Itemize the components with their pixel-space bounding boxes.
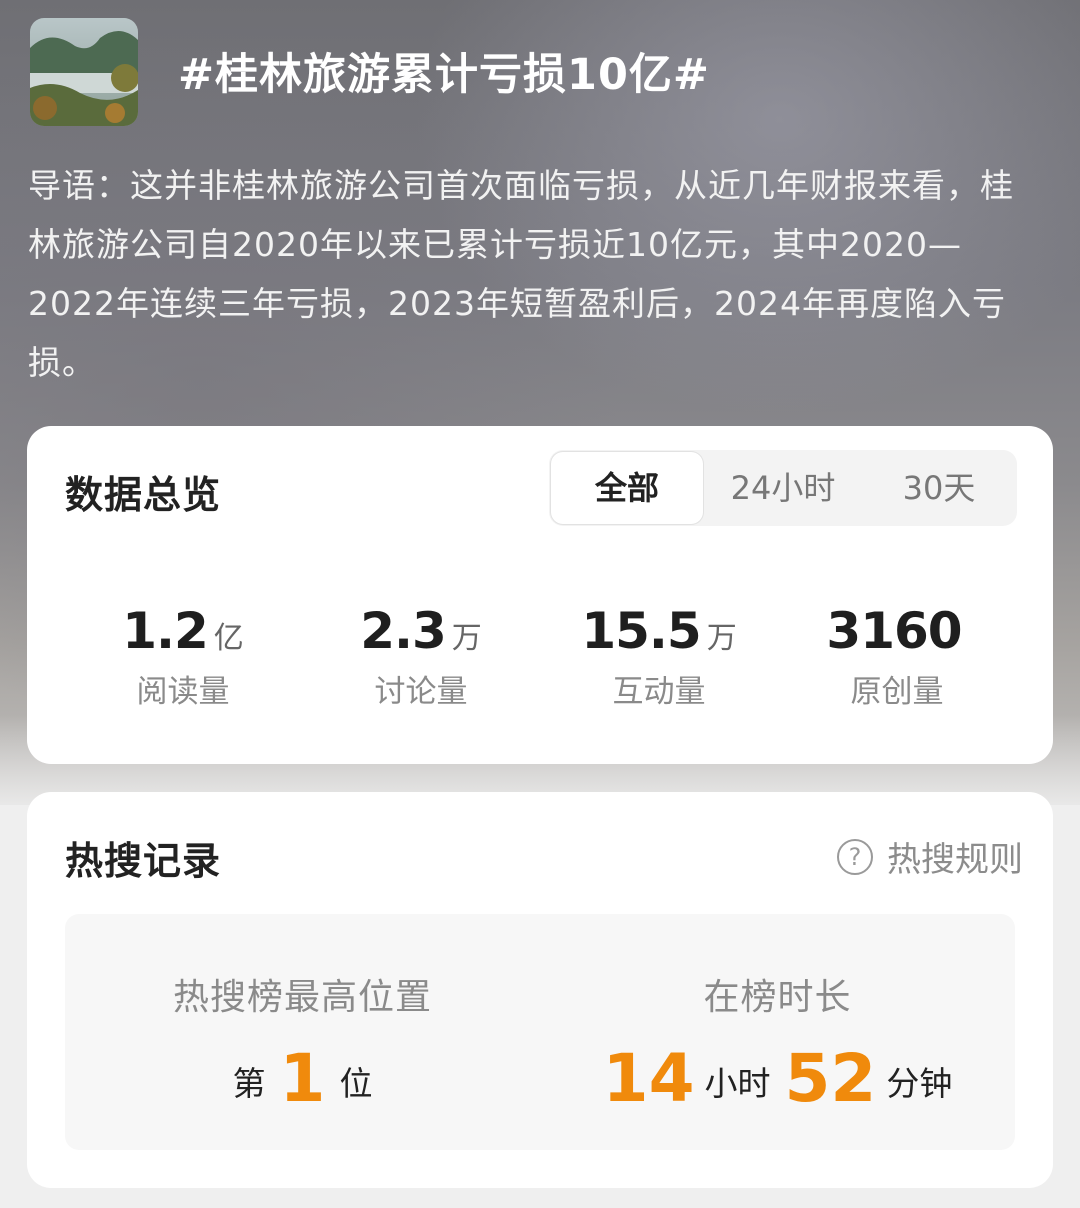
hours-unit: 小时 xyxy=(704,1064,771,1103)
question-icon: ? xyxy=(837,838,873,875)
tab-30d[interactable]: 30天 xyxy=(861,450,1017,526)
stat-value: 2.3 xyxy=(360,602,447,660)
tab-24h[interactable]: 24小时 xyxy=(705,450,861,526)
position-suffix: 位 xyxy=(339,1064,373,1103)
topic-intro: 导语：这并非桂林旅游公司首次面临亏损，从近几年财报来看，桂林旅游公司自2020年… xyxy=(28,166,1014,382)
rules-label: 热搜规则 xyxy=(887,840,1023,880)
hot-search-rules-link[interactable]: ? 热搜规则 xyxy=(837,832,1023,881)
stat-label: 讨论量 xyxy=(374,674,468,710)
stat-value: 3160 xyxy=(826,602,962,660)
stat-label: 阅读量 xyxy=(136,674,230,710)
duration-minutes: 52 xyxy=(784,1040,877,1117)
stat-unit: 亿 xyxy=(213,621,244,656)
highest-position-value: 第1位 xyxy=(65,1040,540,1117)
duration-value: 14 小时 52 分钟 xyxy=(540,1040,1015,1117)
stat-value: 1.2 xyxy=(122,602,209,660)
hot-search-record-box: 热搜榜最高位置 第1位 在榜时长 14 小时 52 分钟 xyxy=(65,914,1015,1150)
duration-label: 在榜时长 xyxy=(703,977,852,1018)
hot-search-title: 热搜记录 xyxy=(65,839,222,883)
time-range-tabs: 全部 24小时 30天 xyxy=(549,450,1017,526)
stat-reads: 1.2 亿 阅读量 xyxy=(63,602,303,711)
topic-thumbnail[interactable] xyxy=(30,18,138,126)
stat-discussions: 2.3 万 讨论量 xyxy=(301,602,541,711)
stat-value: 15.5 xyxy=(581,602,701,660)
stat-originals: 3160 原创量 xyxy=(777,602,1017,711)
stat-interactions: 15.5 万 互动量 xyxy=(539,602,779,711)
topic-title: #桂林旅游累计亏损10亿# xyxy=(178,50,710,100)
minutes-unit: 分钟 xyxy=(886,1064,953,1103)
data-overview-card: 数据总览 全部 24小时 30天 1.2 亿 阅读量 2.3 万 讨论量 15.5 万… xyxy=(27,426,1053,764)
position-number: 1 xyxy=(279,1040,326,1117)
hot-search-card: 热搜记录 ? 热搜规则 热搜榜最高位置 第1位 在榜时长 14 小时 52 分钟 xyxy=(27,792,1053,1188)
position-prefix: 第 xyxy=(232,1064,266,1103)
tab-all[interactable]: 全部 xyxy=(551,452,703,524)
overview-title: 数据总览 xyxy=(65,473,222,517)
duration-hours: 14 xyxy=(602,1040,695,1117)
stat-unit: 万 xyxy=(706,621,737,656)
stat-label: 原创量 xyxy=(850,674,944,710)
stat-unit: 万 xyxy=(451,621,482,656)
highest-position-label: 热搜榜最高位置 xyxy=(172,977,432,1018)
stat-label: 互动量 xyxy=(612,674,706,710)
